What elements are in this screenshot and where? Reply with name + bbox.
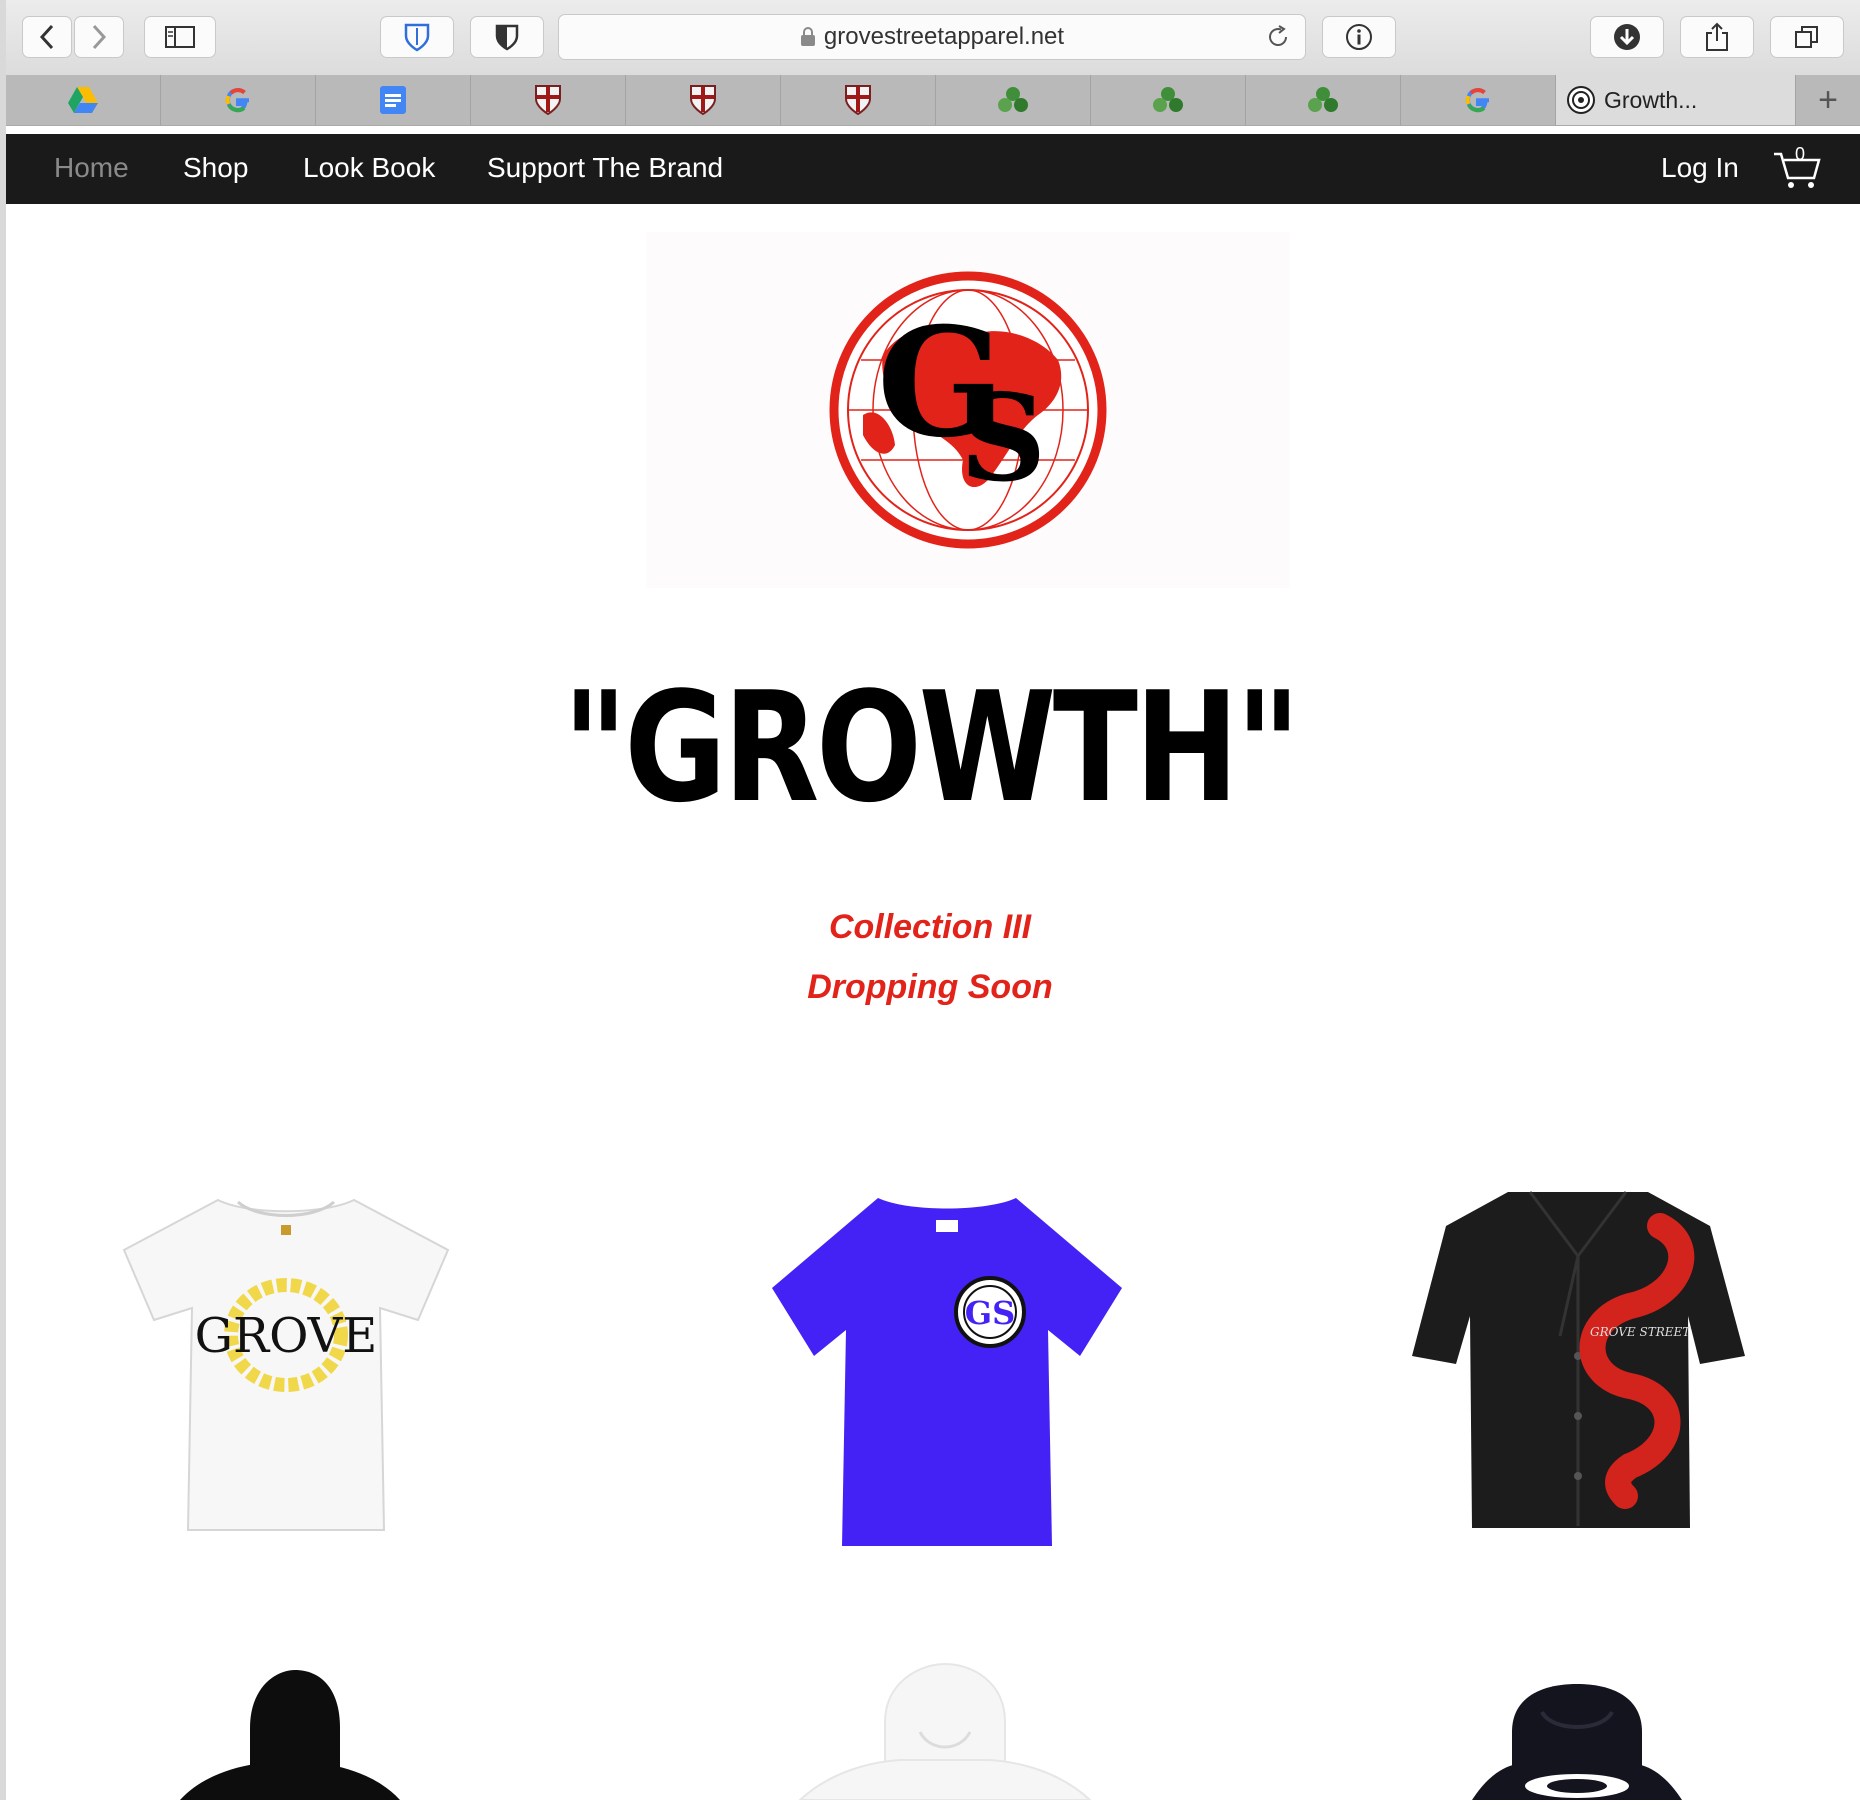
shield-crest-icon — [535, 85, 561, 115]
share-button[interactable] — [1680, 16, 1754, 58]
tab-clover-2[interactable] — [1091, 75, 1246, 125]
product-blue-logo-tee[interactable]: GS — [770, 1190, 1124, 1560]
green-clover-icon — [1153, 87, 1183, 112]
downloads-button[interactable] — [1590, 16, 1664, 58]
back-button[interactable] — [22, 16, 72, 58]
drop-status-text: Dropping Soon — [807, 968, 1053, 1006]
nav-support-link[interactable]: Support The Brand — [487, 148, 723, 188]
bitwarden-extension-button[interactable] — [380, 16, 454, 58]
site-navigation: Home Shop Look Book Support The Brand Lo… — [6, 134, 1860, 204]
share-icon — [1706, 22, 1728, 51]
new-tab-button[interactable]: + — [1796, 75, 1860, 125]
nav-home-link[interactable]: Home — [54, 148, 129, 188]
globe-gs-logo-icon: G S — [829, 271, 1107, 549]
sidebar-toggle-button[interactable] — [144, 16, 216, 58]
lock-icon — [800, 27, 815, 46]
browser-toolbar: grovestreetapparel.net — [0, 0, 1860, 76]
tab-growth-active[interactable]: Growth... — [1556, 75, 1796, 125]
tab-overview-button[interactable] — [1770, 16, 1844, 58]
cart-count: 0 — [1795, 144, 1806, 164]
tab-google-docs[interactable] — [316, 75, 471, 125]
tab-crest-1[interactable] — [471, 75, 626, 125]
svg-text:GS: GS — [965, 1294, 1015, 1332]
login-link[interactable]: Log In — [1661, 148, 1739, 188]
window-frame-left — [0, 0, 6, 1800]
chevron-right-icon — [92, 24, 107, 50]
tab-clover-1[interactable] — [936, 75, 1091, 125]
plus-icon: + — [1818, 80, 1838, 119]
product-black-snake-shirt[interactable]: GROVE STREET — [1410, 1186, 1746, 1537]
tab-clover-3[interactable] — [1246, 75, 1401, 125]
reload-icon[interactable] — [1265, 24, 1291, 50]
chevron-left-icon — [39, 24, 54, 50]
tab-google-2[interactable] — [1401, 75, 1556, 125]
half-shield-icon — [495, 24, 519, 51]
nav-lookbook-link[interactable]: Look Book — [303, 148, 435, 188]
shield-crest-icon — [845, 85, 871, 115]
site-favicon-icon — [1567, 86, 1595, 114]
collection-headline: "GROWTH" — [562, 659, 1301, 836]
nav-shop-link[interactable]: Shop — [183, 148, 248, 188]
cart-button[interactable]: 0 — [1772, 142, 1822, 192]
product-white-hoodie[interactable] — [790, 1662, 1100, 1805]
tee-print-text: GROVE — [195, 1308, 378, 1364]
product-black-hoodie[interactable] — [180, 1668, 400, 1805]
google-icon — [225, 88, 249, 113]
active-tab-title: Growth... — [1604, 86, 1698, 113]
tab-google[interactable] — [161, 75, 316, 125]
brand-logo: G S — [646, 232, 1290, 588]
green-clover-icon — [1308, 87, 1338, 112]
download-icon — [1614, 24, 1640, 50]
tab-crest-2[interactable] — [626, 75, 781, 125]
tabs-icon — [1795, 26, 1818, 48]
url-text: grovestreetapparel.net — [823, 23, 1065, 50]
tab-bar: Growth... + — [6, 75, 1860, 126]
tab-google-drive[interactable] — [6, 75, 161, 125]
white-tshirt-image: GROVE — [122, 1198, 450, 1531]
product-white-grove-tee[interactable]: GROVE — [118, 1190, 454, 1540]
black-shirt-image: GROVE STREET — [1412, 1191, 1745, 1528]
google-drive-icon — [68, 87, 98, 113]
shield-crest-icon — [690, 85, 716, 115]
black-graphic-hoodie-image — [1472, 1684, 1682, 1800]
svg-text:S: S — [960, 368, 1047, 509]
blue-tshirt-image: GS — [772, 1198, 1122, 1546]
address-bar[interactable]: grovestreetapparel.net — [558, 14, 1306, 60]
google-icon — [1465, 88, 1489, 113]
sidebar-icon — [165, 26, 195, 48]
product-black-graphic-hoodie[interactable] — [1472, 1682, 1682, 1805]
privacy-extension-button[interactable] — [470, 16, 544, 58]
white-hoodie-image — [797, 1662, 1093, 1801]
info-icon — [1346, 24, 1372, 50]
page-info-button[interactable] — [1322, 16, 1396, 58]
google-docs-icon — [380, 86, 406, 114]
forward-button[interactable] — [74, 16, 124, 58]
shield-blue-icon — [404, 23, 430, 52]
green-clover-icon — [998, 87, 1028, 112]
collection-subtitle: Collection III — [828, 908, 1032, 946]
tab-crest-3[interactable] — [781, 75, 936, 125]
black-hoodie-image — [180, 1670, 400, 1800]
shirt-print-text: GROVE STREET — [1590, 1325, 1691, 1339]
